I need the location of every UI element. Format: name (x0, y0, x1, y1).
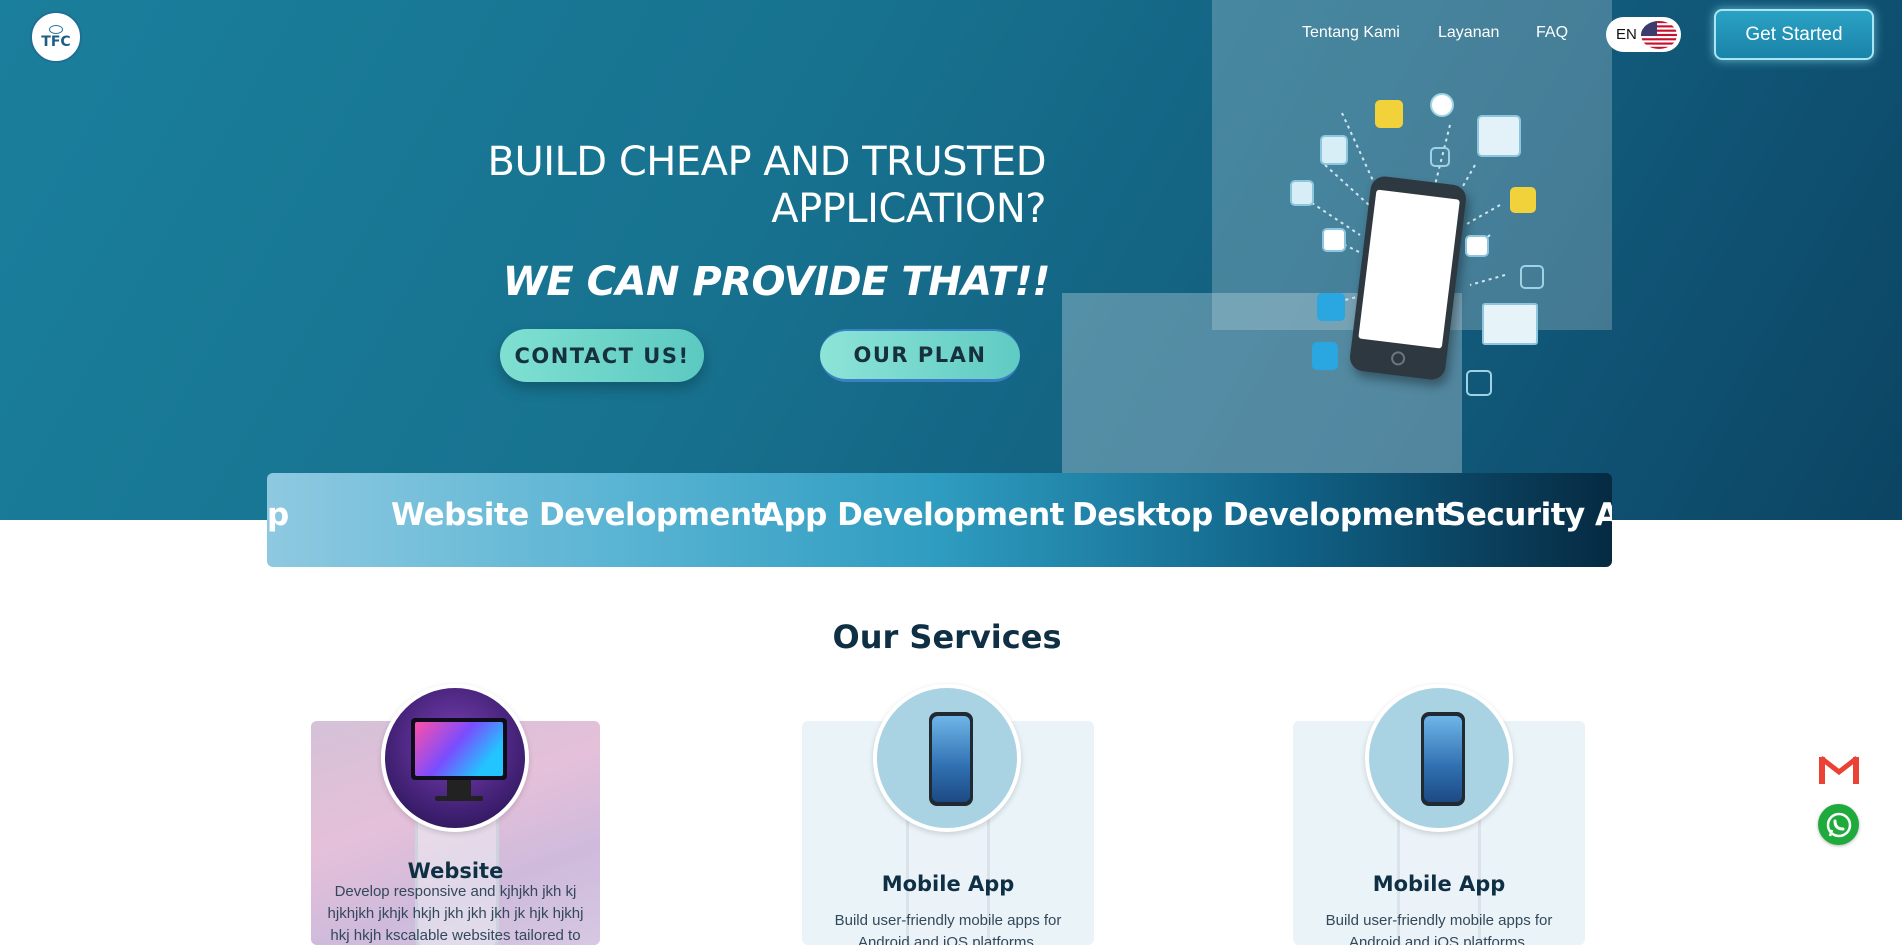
services-marquee: p Website Development App Development De… (267, 473, 1612, 567)
gmail-icon[interactable] (1817, 752, 1861, 788)
us-flag-icon (1640, 20, 1677, 49)
mobile-phone-image (1365, 684, 1513, 832)
calculator-icon (1290, 180, 1314, 206)
nav-link-tentang-kami[interactable]: Tentang Kami (1302, 24, 1400, 42)
whatsapp-icon[interactable] (1818, 804, 1859, 845)
hero-heading-line2: APPLICATION? (771, 186, 1046, 232)
thumbs-up-icon (1317, 293, 1345, 321)
message-icon (1465, 235, 1489, 257)
service-card-description: Build user-friendly mobile apps for Andr… (1325, 912, 1553, 945)
ruler-icon (1430, 147, 1450, 167)
mobile-phone-image (873, 684, 1021, 832)
website-monitor-image (381, 684, 529, 832)
logo-emblem-icon (49, 25, 63, 34)
service-card-title: Mobile App (1372, 872, 1506, 896)
hero-tagline: WE CAN PROVIDE THAT!! (502, 259, 1051, 305)
service-card-description: Develop responsive and kjhjkh jkh kj hjk… (327, 883, 584, 944)
analytics-icon (1520, 265, 1544, 289)
marquee-item: Security Ap (1444, 497, 1612, 533)
shield-icon (1312, 342, 1338, 370)
email-envelope-icon (1482, 303, 1538, 345)
google-icon (1320, 135, 1348, 165)
cloud-icon (1510, 187, 1536, 213)
nav-link-faq[interactable]: FAQ (1536, 24, 1568, 42)
hero-heading-line1: BUILD CHEAP AND TRUSTED (487, 139, 1047, 185)
nav-link-layanan[interactable]: Layanan (1438, 24, 1499, 42)
contact-us-button[interactable]: CONTACT US! (500, 329, 704, 382)
services-title: Our Services (832, 618, 1062, 656)
marquee-item: Website Development (391, 497, 766, 533)
our-plan-button[interactable]: OUR PLAN (820, 329, 1020, 382)
growth-chart-icon (1477, 115, 1521, 157)
marquee-item: p (267, 497, 289, 533)
chart-bars-icon (1375, 100, 1403, 128)
logo-text: TFC (41, 34, 71, 50)
user-icon (1322, 228, 1346, 252)
language-code: EN (1616, 26, 1637, 43)
get-started-button[interactable]: Get Started (1714, 9, 1874, 60)
service-card-description: Build user-friendly mobile apps for Andr… (834, 912, 1062, 945)
language-toggle[interactable]: EN (1606, 17, 1681, 52)
marquee-item: Desktop Development (1072, 497, 1450, 533)
diamond-icon (1430, 93, 1454, 117)
hero-section: TFC Tentang Kami Layanan FAQ EN Get Star… (0, 0, 1902, 520)
site-logo[interactable]: TFC (30, 11, 82, 63)
refresh-icon (1466, 370, 1492, 396)
marquee-item: App Development (760, 497, 1064, 533)
service-card-title: Website (407, 859, 504, 883)
service-card-title: Mobile App (881, 872, 1015, 896)
phone-apps-illustration (1280, 85, 1560, 405)
